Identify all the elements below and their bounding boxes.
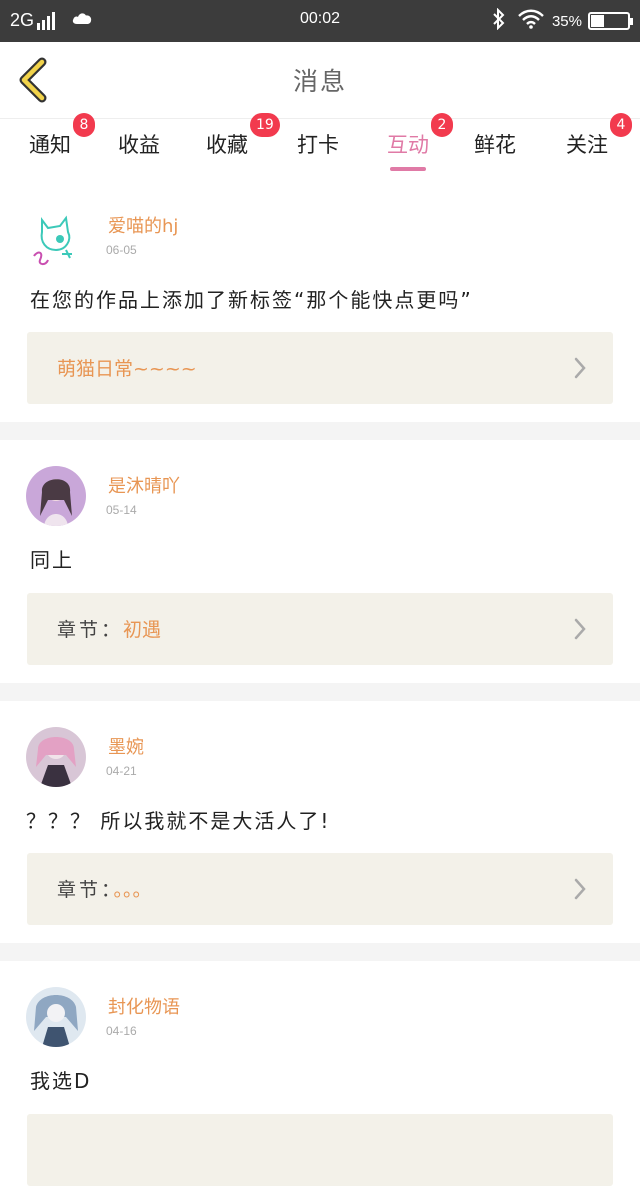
- tab-interaction-badge: 2: [431, 113, 453, 137]
- username[interactable]: 封化物语: [108, 993, 180, 1019]
- tab-interaction[interactable]: 互动: [387, 129, 429, 171]
- tab-notice[interactable]: 通知: [29, 129, 71, 159]
- username[interactable]: 是沐晴吖: [108, 472, 180, 498]
- tab-label: 鲜花: [474, 133, 516, 157]
- tab-label: 收益: [118, 133, 160, 157]
- reference-value: 初遇: [123, 619, 162, 641]
- reference-text: 章节：。。。: [57, 875, 152, 902]
- divider: [0, 422, 640, 440]
- avatar[interactable]: [26, 727, 86, 787]
- tab-favorites-badge: 19: [250, 113, 280, 137]
- tab-label: 收藏: [206, 133, 248, 157]
- message-text: 在您的作品上添加了新标签“那个能快点更吗”: [30, 288, 473, 312]
- reference-link[interactable]: 萌猫日常~~~~: [27, 332, 613, 404]
- reference-link[interactable]: [27, 1114, 613, 1186]
- reference-label: 章节：: [57, 619, 124, 641]
- message-card: 是沐晴吖 05-14 同上 章节：初遇: [0, 440, 640, 683]
- message-date: 06-05: [106, 243, 137, 257]
- status-bar: 2G 00:02 35%: [0, 0, 640, 42]
- username[interactable]: 墨婉: [108, 733, 144, 759]
- tab-notice-badge: 8: [73, 113, 95, 137]
- status-right: 35%: [492, 7, 633, 34]
- tab-bar: 通知 8 收益 收藏 19 打卡 互动 2 鲜花 关注 4: [0, 113, 640, 177]
- message-text: 同上: [30, 548, 74, 572]
- tab-label: 打卡: [297, 133, 339, 157]
- divider: [0, 943, 640, 961]
- active-tab-indicator: [390, 167, 426, 171]
- message-date: 04-21: [106, 764, 137, 778]
- chevron-right-icon: [574, 878, 586, 900]
- battery-icon: [588, 12, 633, 30]
- reference-label: 章节：: [57, 879, 114, 901]
- avatar[interactable]: [26, 210, 86, 270]
- avatar[interactable]: [26, 987, 86, 1047]
- message-text: ？？？ 所以我就不是大活人了!: [26, 809, 331, 833]
- reference-link[interactable]: 章节：。。。: [27, 853, 613, 925]
- bluetooth-icon: [492, 7, 506, 34]
- tab-checkin[interactable]: 打卡: [297, 129, 339, 159]
- message-card: 爱喵的hj 06-05 在您的作品上添加了新标签“那个能快点更吗” 萌猫日常~~…: [0, 176, 640, 422]
- chevron-right-icon: [574, 357, 586, 379]
- reference-text: 章节：初遇: [57, 615, 161, 642]
- tab-follow[interactable]: 关注: [566, 129, 608, 159]
- tab-favorites[interactable]: 收藏: [206, 129, 248, 159]
- tab-label: 通知: [29, 133, 71, 157]
- tab-label: 互动: [387, 133, 429, 157]
- avatar[interactable]: [26, 466, 86, 526]
- message-date: 05-14: [106, 503, 137, 517]
- message-text: 我选D: [30, 1069, 92, 1093]
- nav-header: 消息: [0, 42, 640, 118]
- reference-value: 萌猫日常~~~~: [57, 358, 197, 380]
- reference-text: 萌猫日常~~~~: [57, 354, 197, 381]
- chevron-right-icon: [574, 618, 586, 640]
- tab-label: 关注: [566, 133, 608, 157]
- wifi-icon: [518, 9, 544, 33]
- tab-income[interactable]: 收益: [118, 129, 160, 159]
- tab-flowers[interactable]: 鲜花: [474, 129, 516, 159]
- divider: [0, 683, 640, 701]
- message-card: 墨婉 04-21 ？？？ 所以我就不是大活人了! 章节：。。。: [0, 701, 640, 943]
- battery-percent: 35%: [551, 12, 582, 30]
- reference-link[interactable]: 章节：初遇: [27, 593, 613, 665]
- page-title: 消息: [292, 67, 347, 96]
- message-card: 封化物语 04-16 我选D: [0, 961, 640, 1186]
- message-date: 04-16: [106, 1024, 137, 1038]
- tab-follow-badge: 4: [610, 113, 632, 137]
- username[interactable]: 爱喵的hj: [108, 212, 178, 238]
- reference-value: 。。。: [113, 879, 152, 901]
